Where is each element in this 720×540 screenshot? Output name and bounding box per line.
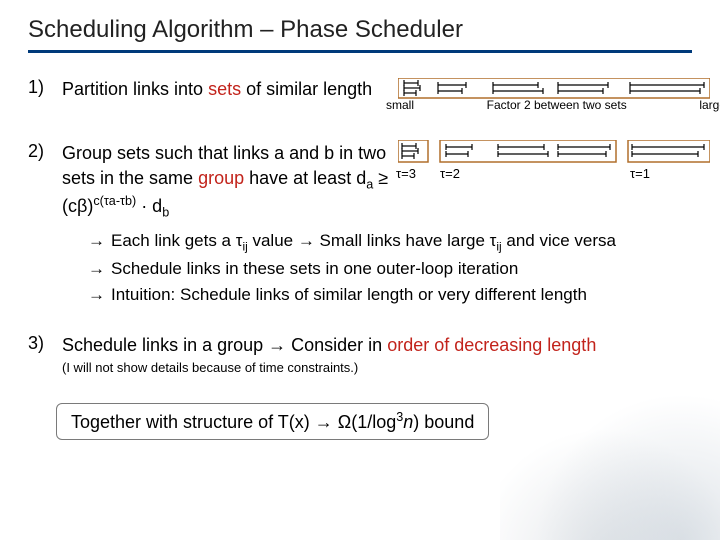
- callout-box: Together with structure of T(x) → Ω(1/lo…: [56, 403, 489, 440]
- group-box-2: [440, 140, 616, 162]
- sub-b: b: [162, 206, 169, 220]
- formula: · d: [136, 196, 162, 216]
- links-svg-row1: [398, 78, 710, 100]
- list-item-3: 3) Schedule links in a group → Consider …: [28, 333, 692, 377]
- keyword-order: order of decreasing length: [387, 335, 596, 355]
- links-diagram-row2: [398, 140, 710, 190]
- row1-axis-labels: small Factor 2 between two sets large: [386, 98, 720, 112]
- tau-label-1: τ=3: [396, 166, 426, 181]
- text: Partition links into: [62, 79, 208, 99]
- text: of similar length: [241, 79, 372, 99]
- item-text: Partition links into sets of similar len…: [62, 77, 372, 101]
- grp3-links: [632, 144, 704, 157]
- note-line: Schedule links in these sets in one oute…: [88, 256, 692, 282]
- item-number: 2): [28, 141, 62, 162]
- note-line: Each link gets a τij value → Small links…: [88, 228, 692, 256]
- item-number: 3): [28, 333, 62, 354]
- label-mid: Factor 2 between two sets: [487, 98, 627, 112]
- slide-title: Scheduling Algorithm – Phase Scheduler: [28, 16, 692, 44]
- text: Schedule links in a group → Consider in: [62, 335, 387, 355]
- tau-label-2: τ=2: [440, 166, 616, 181]
- label-small: small: [386, 98, 414, 112]
- grp1-links: [402, 143, 418, 159]
- item-text: Group sets such that links a and b in tw…: [62, 141, 398, 221]
- background-decoration: [500, 380, 720, 540]
- tau-labels: τ=3 τ=2 τ=1: [396, 166, 712, 181]
- link-group-large: [630, 82, 704, 94]
- label-large: large: [699, 98, 720, 112]
- title-underline: [28, 50, 692, 53]
- set-box: [398, 78, 710, 98]
- link-group-small: [404, 80, 420, 96]
- grp2-links: [446, 144, 610, 157]
- formula-sup: c(τa-τb): [93, 194, 136, 208]
- text: have at least d: [244, 168, 366, 188]
- tau-label-3: τ=1: [630, 166, 712, 181]
- links-diagram-row1: [398, 78, 710, 100]
- link-group-med2: [493, 82, 543, 94]
- link-group-med3: [558, 82, 608, 94]
- note-line: Intuition: Schedule links of similar len…: [88, 282, 692, 308]
- keyword-group: group: [198, 168, 244, 188]
- keyword-sets: sets: [208, 79, 241, 99]
- list-item-2: 2) Group sets such that links a and b in…: [28, 141, 398, 221]
- item2-notes: Each link gets a τij value → Small links…: [88, 228, 692, 307]
- item-number: 1): [28, 77, 62, 98]
- item3-subnote: (I will not show details because of time…: [62, 359, 596, 377]
- link-group-med1: [438, 82, 466, 94]
- item-text: Schedule links in a group → Consider in …: [62, 333, 596, 377]
- links-svg-row2: [398, 140, 710, 190]
